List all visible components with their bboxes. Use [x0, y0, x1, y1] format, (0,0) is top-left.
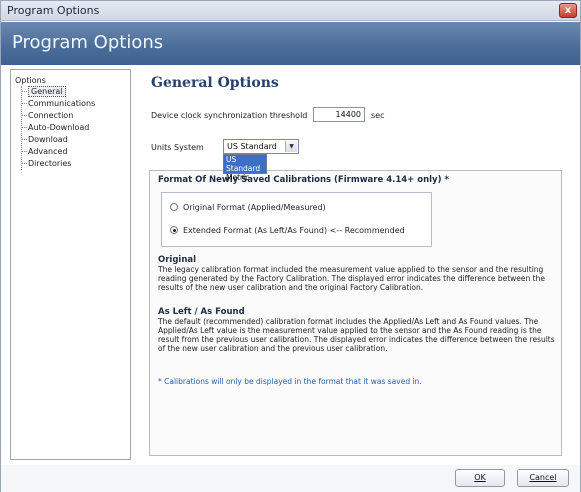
radio-extended-label: Extended Format (As Left/As Found) <-- R… — [183, 226, 405, 235]
tree-item-general[interactable]: General — [22, 86, 66, 97]
calibration-footnote: * Calibrations will only be displayed in… — [158, 377, 422, 386]
page-title: General Options — [151, 75, 279, 91]
radio-button-selected-icon[interactable] — [170, 226, 178, 234]
as-left-section-title: As Left / As Found — [158, 307, 245, 317]
units-option-us-standard[interactable]: US Standard — [224, 155, 266, 173]
ok-button-label: OK — [474, 473, 486, 482]
units-selected-value: US Standard — [227, 142, 277, 151]
tree-item-label: Download — [28, 135, 68, 144]
sync-threshold-label: Device clock synchronization threshold — [151, 111, 308, 120]
units-option-metric[interactable]: Metric — [224, 173, 266, 182]
tree-root-options[interactable]: Options — [15, 76, 46, 85]
radio-button-icon[interactable] — [170, 203, 178, 211]
title-bar[interactable]: Program Options x — [1, 1, 580, 21]
close-icon: x — [564, 5, 572, 16]
cancel-button[interactable]: Cancel — [517, 469, 569, 487]
tree-item-advanced[interactable]: Advanced — [22, 146, 68, 157]
tree-item-label: Connection — [28, 111, 74, 120]
format-radio-group: Original Format (Applied/Measured) Exten… — [161, 192, 432, 247]
radio-extended-format[interactable]: Extended Format (As Left/As Found) <-- R… — [170, 226, 405, 235]
original-description: The legacy calibration format included t… — [158, 265, 545, 292]
header-banner: Program Options — [1, 22, 580, 65]
sync-threshold-input[interactable]: 14400 — [313, 107, 365, 122]
cancel-button-label: Cancel — [529, 473, 557, 482]
calibration-format-group: Format Of Newly Saved Calibrations (Firm… — [149, 170, 562, 456]
tree-item-label: Advanced — [28, 147, 68, 156]
ok-button[interactable]: OK — [455, 469, 505, 487]
dropdown-arrow-icon[interactable]: ▼ — [285, 141, 297, 152]
tree-item-download[interactable]: Download — [22, 134, 68, 145]
units-system-label: Units System — [151, 143, 204, 152]
tree-item-connection[interactable]: Connection — [22, 110, 73, 121]
tree-item-directories[interactable]: Directories — [22, 158, 71, 169]
tree-item-communications[interactable]: Communications — [22, 98, 95, 109]
radio-original-label: Original Format (Applied/Measured) — [183, 203, 326, 212]
calibration-format-title: Format Of Newly Saved Calibrations (Firm… — [158, 175, 449, 185]
close-button[interactable]: x — [559, 3, 577, 18]
general-options-panel: General Options Device clock synchroniza… — [132, 65, 572, 465]
banner-title: Program Options — [12, 32, 164, 53]
tree-item-auto-download[interactable]: Auto-Download — [22, 122, 89, 133]
original-section-title: Original — [158, 255, 197, 265]
as-left-description: The default (recommended) calibration fo… — [158, 317, 555, 353]
dialog-body: Options General Communications Connectio… — [1, 65, 580, 465]
tree-item-label: Directories — [28, 159, 72, 168]
window-title: Program Options — [7, 4, 100, 17]
tree-item-label: Auto-Download — [28, 123, 90, 132]
radio-original-format[interactable]: Original Format (Applied/Measured) — [170, 203, 326, 212]
options-tree: Options General Communications Connectio… — [10, 69, 131, 460]
units-system-select[interactable]: US Standard ▼ — [223, 139, 299, 154]
tree-item-label: Communications — [28, 99, 96, 108]
program-options-window: Program Options x Program Options Option… — [0, 0, 581, 492]
dialog-footer: OK Cancel — [1, 465, 580, 492]
units-dropdown-list: US Standard Metric — [223, 154, 267, 182]
sync-unit-label: sec — [371, 111, 385, 120]
tree-item-label: General — [28, 86, 66, 97]
